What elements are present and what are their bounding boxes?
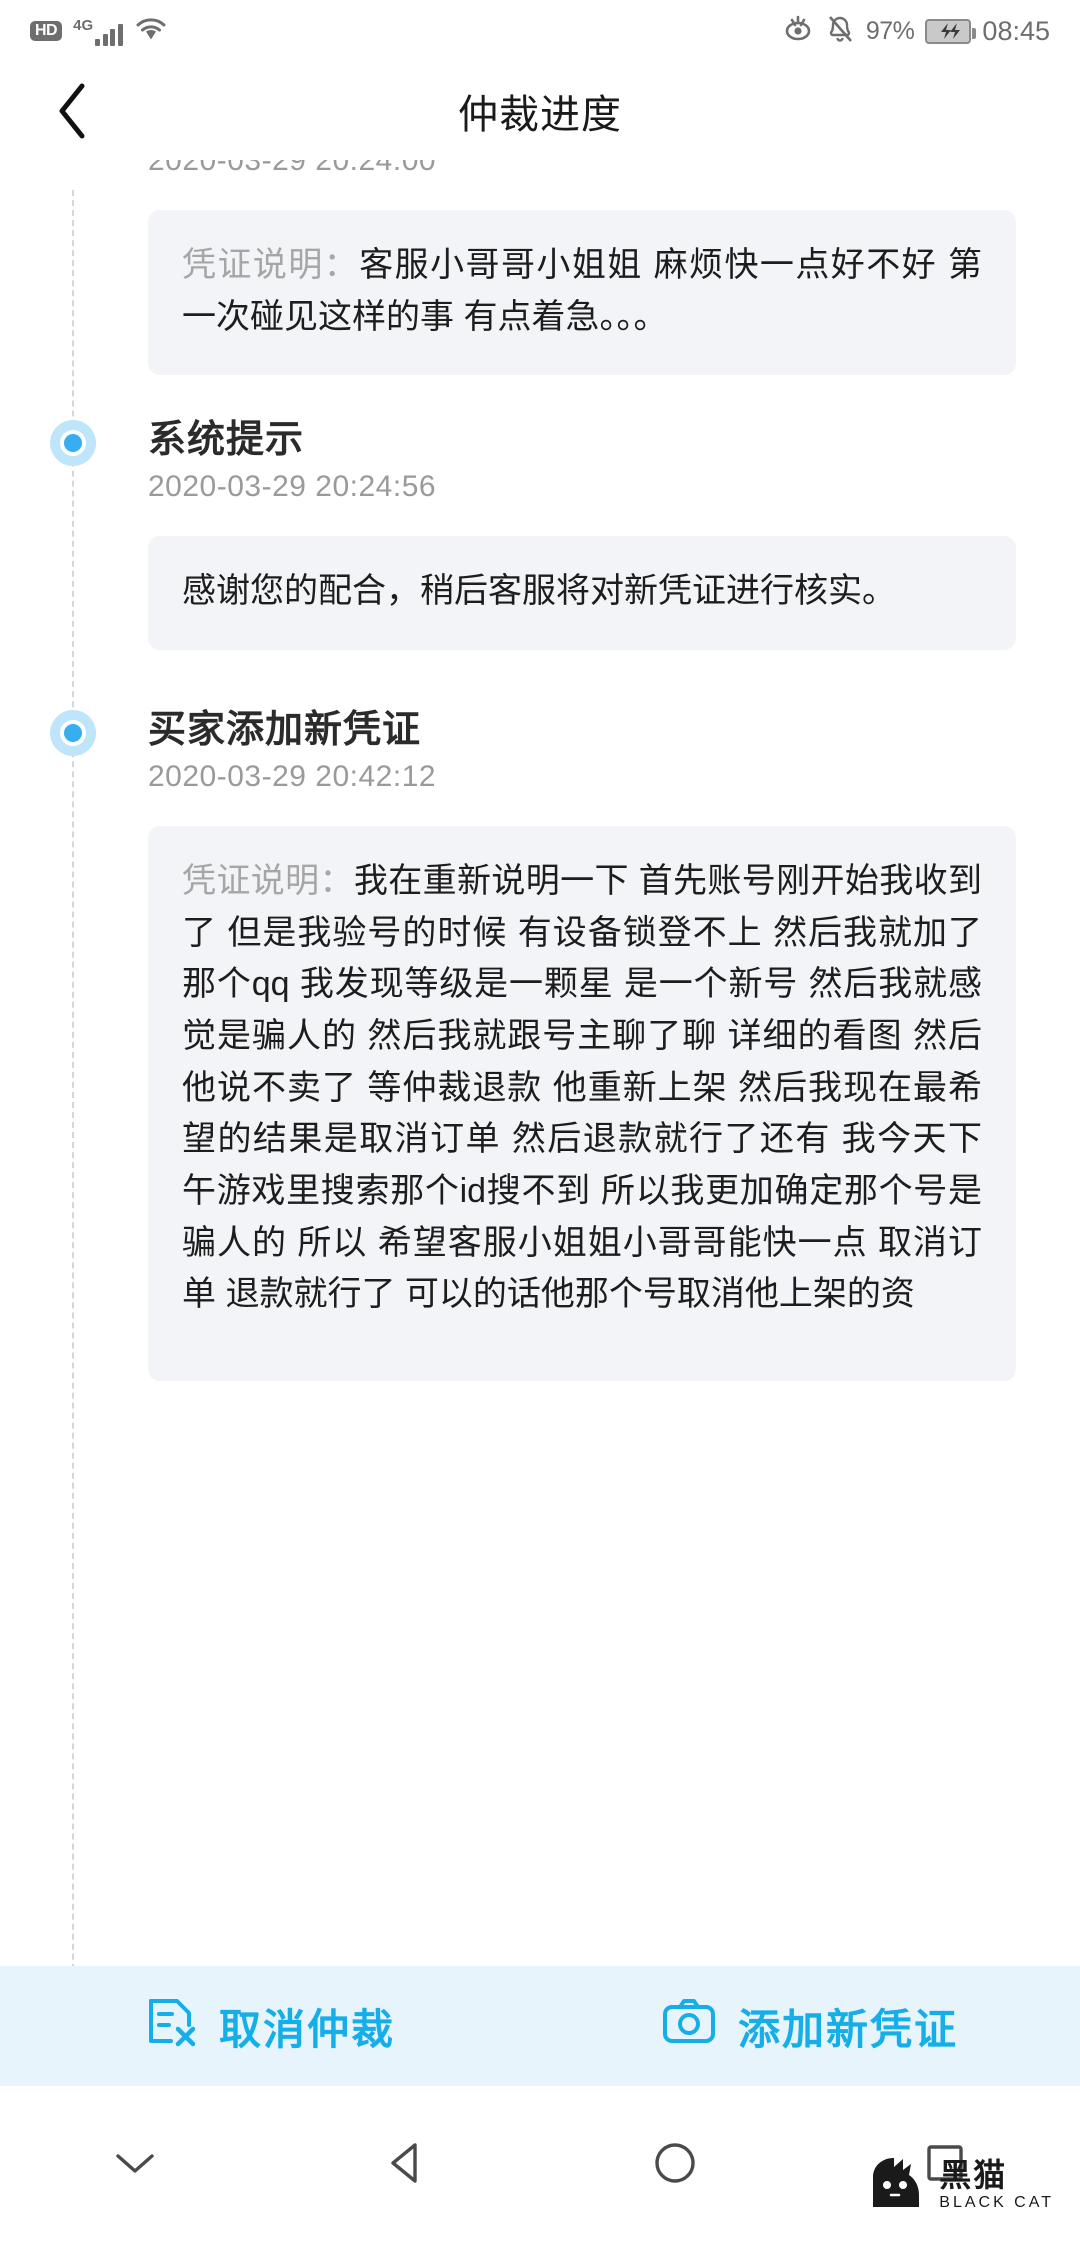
- system-notice-text: 感谢您的配合，稍后客服将对新凭证进行核实。: [182, 572, 896, 610]
- evidence-card: 凭证说明：客服小哥哥小姐姐 麻烦快一点好不好 第一次碰见这样的事 有点着急。。。: [148, 210, 1016, 376]
- watermark-en: BLACK CAT: [939, 2193, 1054, 2211]
- nav-back-button[interactable]: [270, 2141, 540, 2190]
- event-title-buyer-added-evidence: 买家添加新凭证: [148, 709, 422, 751]
- watermark-text: 黑猫 BLACK CAT: [939, 2159, 1054, 2211]
- clipped-timestamp: 2020-03-29 20:24:00: [148, 160, 437, 177]
- buyer-evidence-card: 凭证说明：我在重新说明一下 首先账号刚开始我收到了 但是我验号的时候 有设备锁登…: [148, 826, 1016, 1382]
- app-header: 仲裁进度: [0, 62, 1080, 160]
- event-title-system-notice: 系统提示: [148, 419, 305, 461]
- add-evidence-label: 添加新凭证: [737, 2005, 958, 2053]
- wifi-icon: [134, 15, 168, 47]
- watermark-cn: 黑猫: [939, 2156, 1008, 2193]
- status-bar-right: 97% 08:45: [782, 13, 1050, 50]
- evidence-card-label: 凭证说明：: [182, 246, 360, 284]
- status-bar: HD 4G 97% 08:45: [0, 0, 1080, 62]
- camera-icon: [662, 1997, 716, 2055]
- buyer-evidence-card-label: 凭证说明：: [182, 862, 354, 900]
- battery-charging-icon: [925, 18, 977, 44]
- system-notice-card: 感谢您的配合，稍后客服将对新凭证进行核实。: [148, 536, 1016, 650]
- status-bar-left: HD 4G: [30, 15, 168, 47]
- cancel-document-icon: [145, 1995, 197, 2057]
- battery-percent: 97%: [865, 16, 915, 45]
- bottom-action-bar: 取消仲裁 添加新凭证: [0, 1966, 1080, 2086]
- nav-hide-keyboard-button[interactable]: [0, 2148, 270, 2183]
- chevron-down-icon: [112, 2148, 158, 2183]
- add-evidence-button[interactable]: 添加新凭证: [540, 1996, 1080, 2057]
- black-cat-logo-icon: [865, 2153, 927, 2216]
- hd-badge: HD: [30, 21, 63, 41]
- page-title: 仲裁进度: [458, 93, 622, 137]
- triangle-back-icon: [385, 2141, 425, 2190]
- watermark: 黑猫 BLACK CAT: [865, 2153, 1054, 2216]
- event-time-buyer-added-evidence: 2020-03-29 20:42:12: [148, 760, 437, 793]
- phone-screen: HD 4G 97% 08:45 仲裁进度 2020-03-29 20:24:00…: [0, 0, 1080, 2244]
- nav-home-button[interactable]: [540, 2141, 810, 2190]
- circle-home-icon: [653, 2141, 697, 2190]
- cancel-arbitration-label: 取消仲裁: [218, 2005, 395, 2053]
- clock-time: 08:45: [982, 15, 1050, 46]
- signal-bars-icon: 4G: [73, 17, 123, 46]
- network-type-label: 4G: [73, 16, 94, 34]
- bell-muted-icon: [825, 13, 855, 50]
- timeline-dot-system-notice: [50, 420, 96, 466]
- timeline-scroll-area[interactable]: 2020-03-29 20:24:00 凭证说明：客服小哥哥小姐姐 麻烦快一点好…: [0, 160, 1080, 2026]
- eye-care-icon: [782, 13, 814, 50]
- buyer-evidence-card-text: 我在重新说明一下 首先账号刚开始我收到了 但是我验号的时候 有设备锁登不上 然后…: [182, 862, 982, 1314]
- timeline-dot-buyer-added-evidence: [50, 710, 96, 756]
- back-chevron-icon[interactable]: [44, 83, 100, 139]
- cancel-arbitration-button[interactable]: 取消仲裁: [0, 1995, 540, 2057]
- event-time-system-notice: 2020-03-29 20:24:56: [148, 470, 437, 503]
